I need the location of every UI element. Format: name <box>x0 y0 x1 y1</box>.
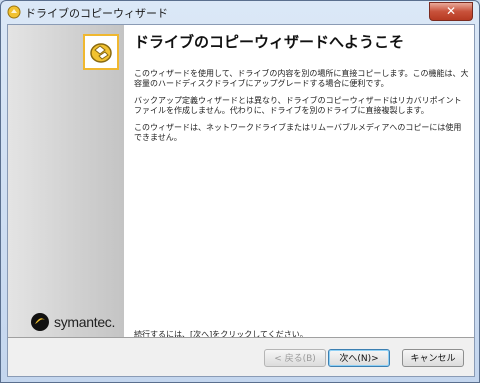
next-button[interactable]: 次へ(N)> <box>328 349 390 367</box>
back-button[interactable]: < 戻る(B) <box>264 349 326 367</box>
symantec-logo: symantec. <box>30 310 115 334</box>
page-title: ドライブのコピーウィザードへようこそ <box>134 33 405 51</box>
close-button[interactable]: ✕ <box>429 2 473 21</box>
wizard-content: symantec. ドライブのコピーウィザードへようこそ このウィザードを使用し… <box>7 24 475 377</box>
app-icon <box>7 5 21 19</box>
cancel-button[interactable]: キャンセル <box>402 349 464 367</box>
brand-name: symantec. <box>54 314 116 330</box>
symantec-logo-icon <box>31 313 49 331</box>
description-paragraph: このウィザードを使用して、ドライブの内容を別の場所に直接コピーします。この機能は… <box>134 69 469 88</box>
close-icon: ✕ <box>445 4 457 18</box>
description-paragraph: バックアップ定義ウィザードとは異なり、ドライブのコピーウィザードはリカバリポイン… <box>134 96 462 115</box>
button-bar: < 戻る(B) 次へ(N)> キャンセル <box>8 338 474 376</box>
description-paragraph: このウィザードは、ネットワークドライブまたはリムーバブルメディアへのコピーには使… <box>134 123 462 142</box>
title-bar: ドライブのコピーウィザード ✕ <box>1 1 479 23</box>
wizard-window: ドライブのコピーウィザード ✕ symantec. ドライブのコピーウィザードへ… <box>0 0 480 383</box>
main-panel: ドライブのコピーウィザードへようこそ このウィザードを使用して、ドライブの内容を… <box>124 25 474 339</box>
left-banner: symantec. <box>8 25 124 337</box>
drive-copy-icon <box>90 43 112 63</box>
window-title: ドライブのコピーウィザード <box>25 7 168 20</box>
wizard-logo <box>83 34 119 70</box>
